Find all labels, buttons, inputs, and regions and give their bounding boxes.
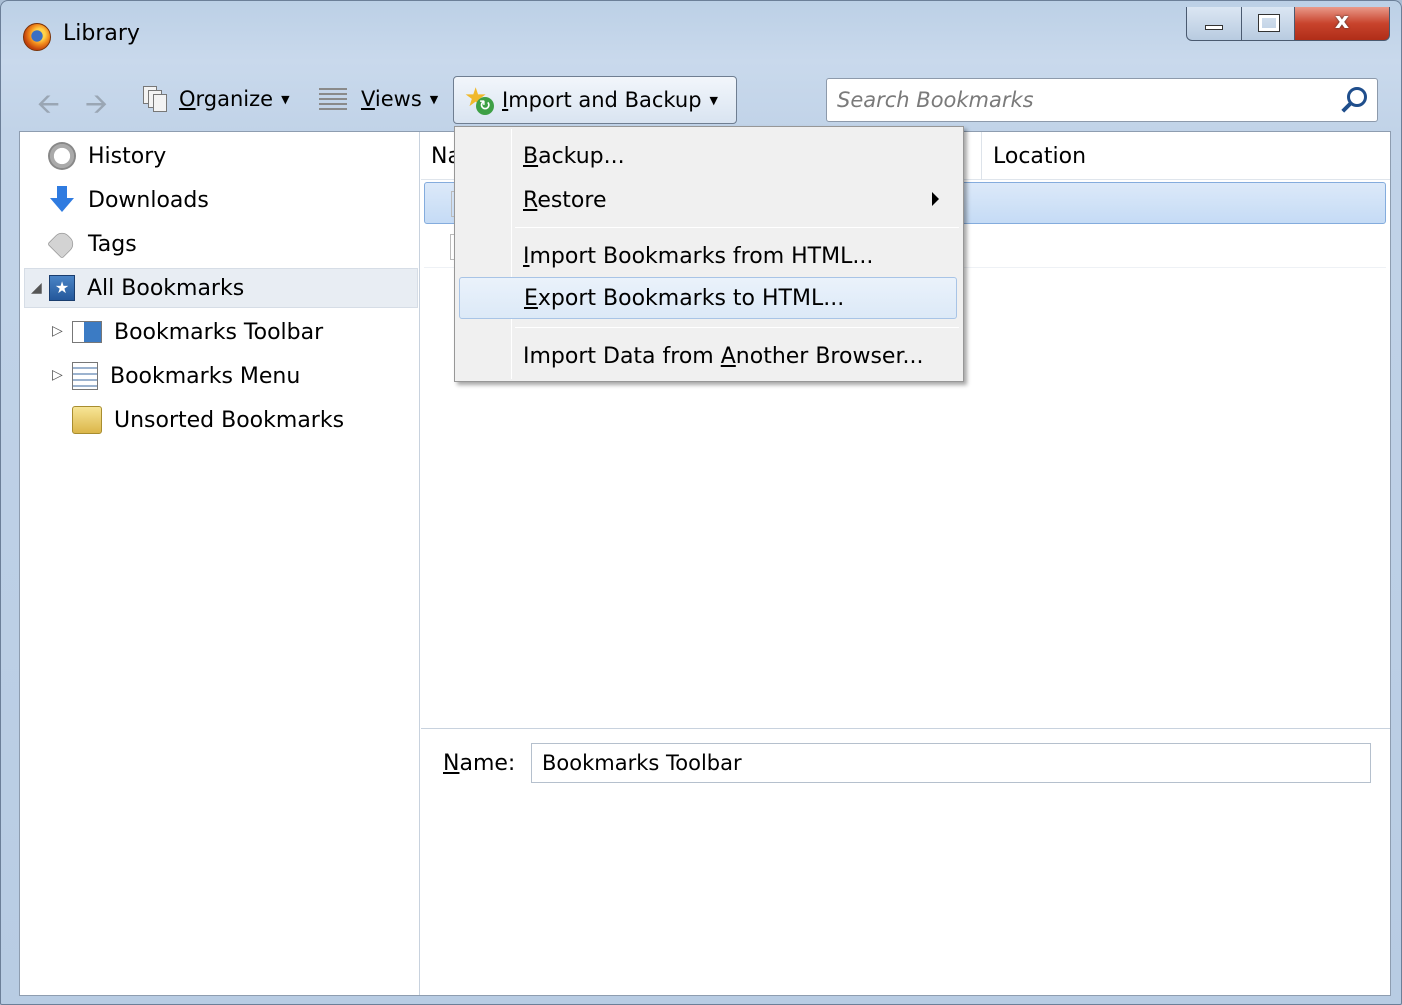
- views-button[interactable]: Views ▼: [319, 79, 438, 119]
- sidebar-item-tags[interactable]: Tags: [47, 224, 137, 264]
- menu-item-restore[interactable]: Restore: [459, 179, 957, 221]
- details-pane: Name:: [421, 728, 1390, 995]
- search-input[interactable]: [827, 79, 1327, 121]
- menu-item-label: Import Data from Another Browser...: [523, 343, 924, 369]
- menu-separator: [515, 327, 959, 328]
- sidebar-item-bookmarks-toolbar[interactable]: ▷ Bookmarks Toolbar: [52, 312, 323, 352]
- name-label: Name:: [443, 751, 516, 776]
- close-icon: x: [1334, 9, 1350, 34]
- menu-item-backup[interactable]: Backup...: [459, 135, 957, 177]
- import-and-backup-menu: Backup... Restore Import Bookmarks from …: [454, 126, 964, 382]
- import-and-backup-button[interactable]: ★ ↻ Import and Backup ▼: [453, 76, 737, 124]
- menu-item-import-browser[interactable]: Import Data from Another Browser...: [459, 335, 957, 377]
- sidebar-item-unsorted-bookmarks[interactable]: Unsorted Bookmarks: [72, 400, 344, 440]
- sidebar-item-label: Unsorted Bookmarks: [114, 407, 345, 433]
- menu-item-label: Export Bookmarks to HTML...: [524, 285, 845, 311]
- organize-icon: [143, 86, 167, 112]
- unsorted-bookmarks-icon: [72, 406, 102, 434]
- toolbar: 🡨 🡪 Organize ▼ Views ▼ ★ ↻ Import and Bac…: [15, 71, 1391, 131]
- firefox-icon: [23, 23, 51, 51]
- search-icon[interactable]: [1343, 87, 1367, 113]
- menu-item-label: Backup...: [523, 143, 625, 169]
- expanded-twisty-icon[interactable]: ◢: [31, 280, 42, 296]
- maximize-icon: [1258, 14, 1280, 32]
- column-divider[interactable]: [981, 132, 982, 180]
- all-bookmarks-icon: ★: [49, 275, 75, 301]
- sidebar-item-label: History: [88, 143, 167, 169]
- sidebar-item-downloads[interactable]: Downloads: [48, 180, 209, 220]
- sidebar-item-label: Downloads: [88, 187, 209, 213]
- dropdown-caret-icon: ▼: [709, 93, 719, 107]
- back-arrow-icon[interactable]: 🡨: [37, 83, 60, 131]
- maximize-button[interactable]: [1241, 7, 1295, 41]
- window-title: Library: [63, 21, 140, 46]
- menu-item-label: Restore: [523, 187, 607, 213]
- title-bar: Library x: [1, 1, 1401, 67]
- library-window: Library x 🡨 🡪 Organize ▼ Views ▼ ★ ↻ Impo…: [0, 0, 1402, 1005]
- bookmarks-toolbar-icon: [72, 321, 102, 343]
- sidebar-item-all-bookmarks[interactable]: ◢ ★ All Bookmarks: [24, 268, 418, 308]
- import-backup-star-icon: ★ ↻: [464, 85, 494, 115]
- downloads-icon: [48, 186, 76, 214]
- sidebar-item-label: Bookmarks Toolbar: [114, 319, 324, 345]
- close-button[interactable]: x: [1294, 7, 1390, 41]
- tag-icon: [47, 229, 77, 259]
- minimize-button[interactable]: [1186, 7, 1242, 41]
- sidebar-tree: History Downloads Tags ◢ ★ All Bookmarks…: [20, 132, 420, 995]
- import-and-backup-label: Import and Backup: [502, 88, 702, 112]
- dropdown-caret-icon: ▼: [281, 92, 290, 106]
- minimize-icon: [1205, 25, 1223, 30]
- search-box: [826, 78, 1378, 122]
- sidebar-item-label: Bookmarks Menu: [110, 363, 301, 389]
- sidebar-item-label: All Bookmarks: [87, 275, 245, 301]
- sidebar-item-bookmarks-menu[interactable]: ▷ Bookmarks Menu: [52, 356, 300, 396]
- submenu-arrow-icon: [932, 192, 939, 206]
- sidebar-item-history[interactable]: History: [48, 136, 166, 176]
- collapsed-twisty-icon[interactable]: ▷: [52, 367, 63, 383]
- sidebar-item-label: Tags: [88, 231, 137, 257]
- forward-arrow-icon[interactable]: 🡪: [85, 83, 108, 131]
- column-header-location[interactable]: Location: [993, 144, 1086, 169]
- views-label: Views: [361, 87, 422, 111]
- organize-label: Organize: [179, 87, 274, 111]
- views-list-icon: [319, 88, 347, 110]
- bookmarks-menu-icon: [72, 362, 98, 390]
- menu-item-import-html[interactable]: Import Bookmarks from HTML...: [459, 235, 957, 277]
- collapsed-twisty-icon[interactable]: ▷: [52, 323, 63, 339]
- menu-separator: [515, 227, 959, 228]
- name-field[interactable]: [531, 743, 1371, 783]
- menu-item-export-html[interactable]: Export Bookmarks to HTML...: [459, 277, 957, 319]
- history-icon: [48, 142, 76, 170]
- organize-button[interactable]: Organize ▼: [143, 79, 290, 119]
- menu-item-label: Import Bookmarks from HTML...: [523, 243, 874, 269]
- dropdown-caret-icon: ▼: [429, 92, 439, 106]
